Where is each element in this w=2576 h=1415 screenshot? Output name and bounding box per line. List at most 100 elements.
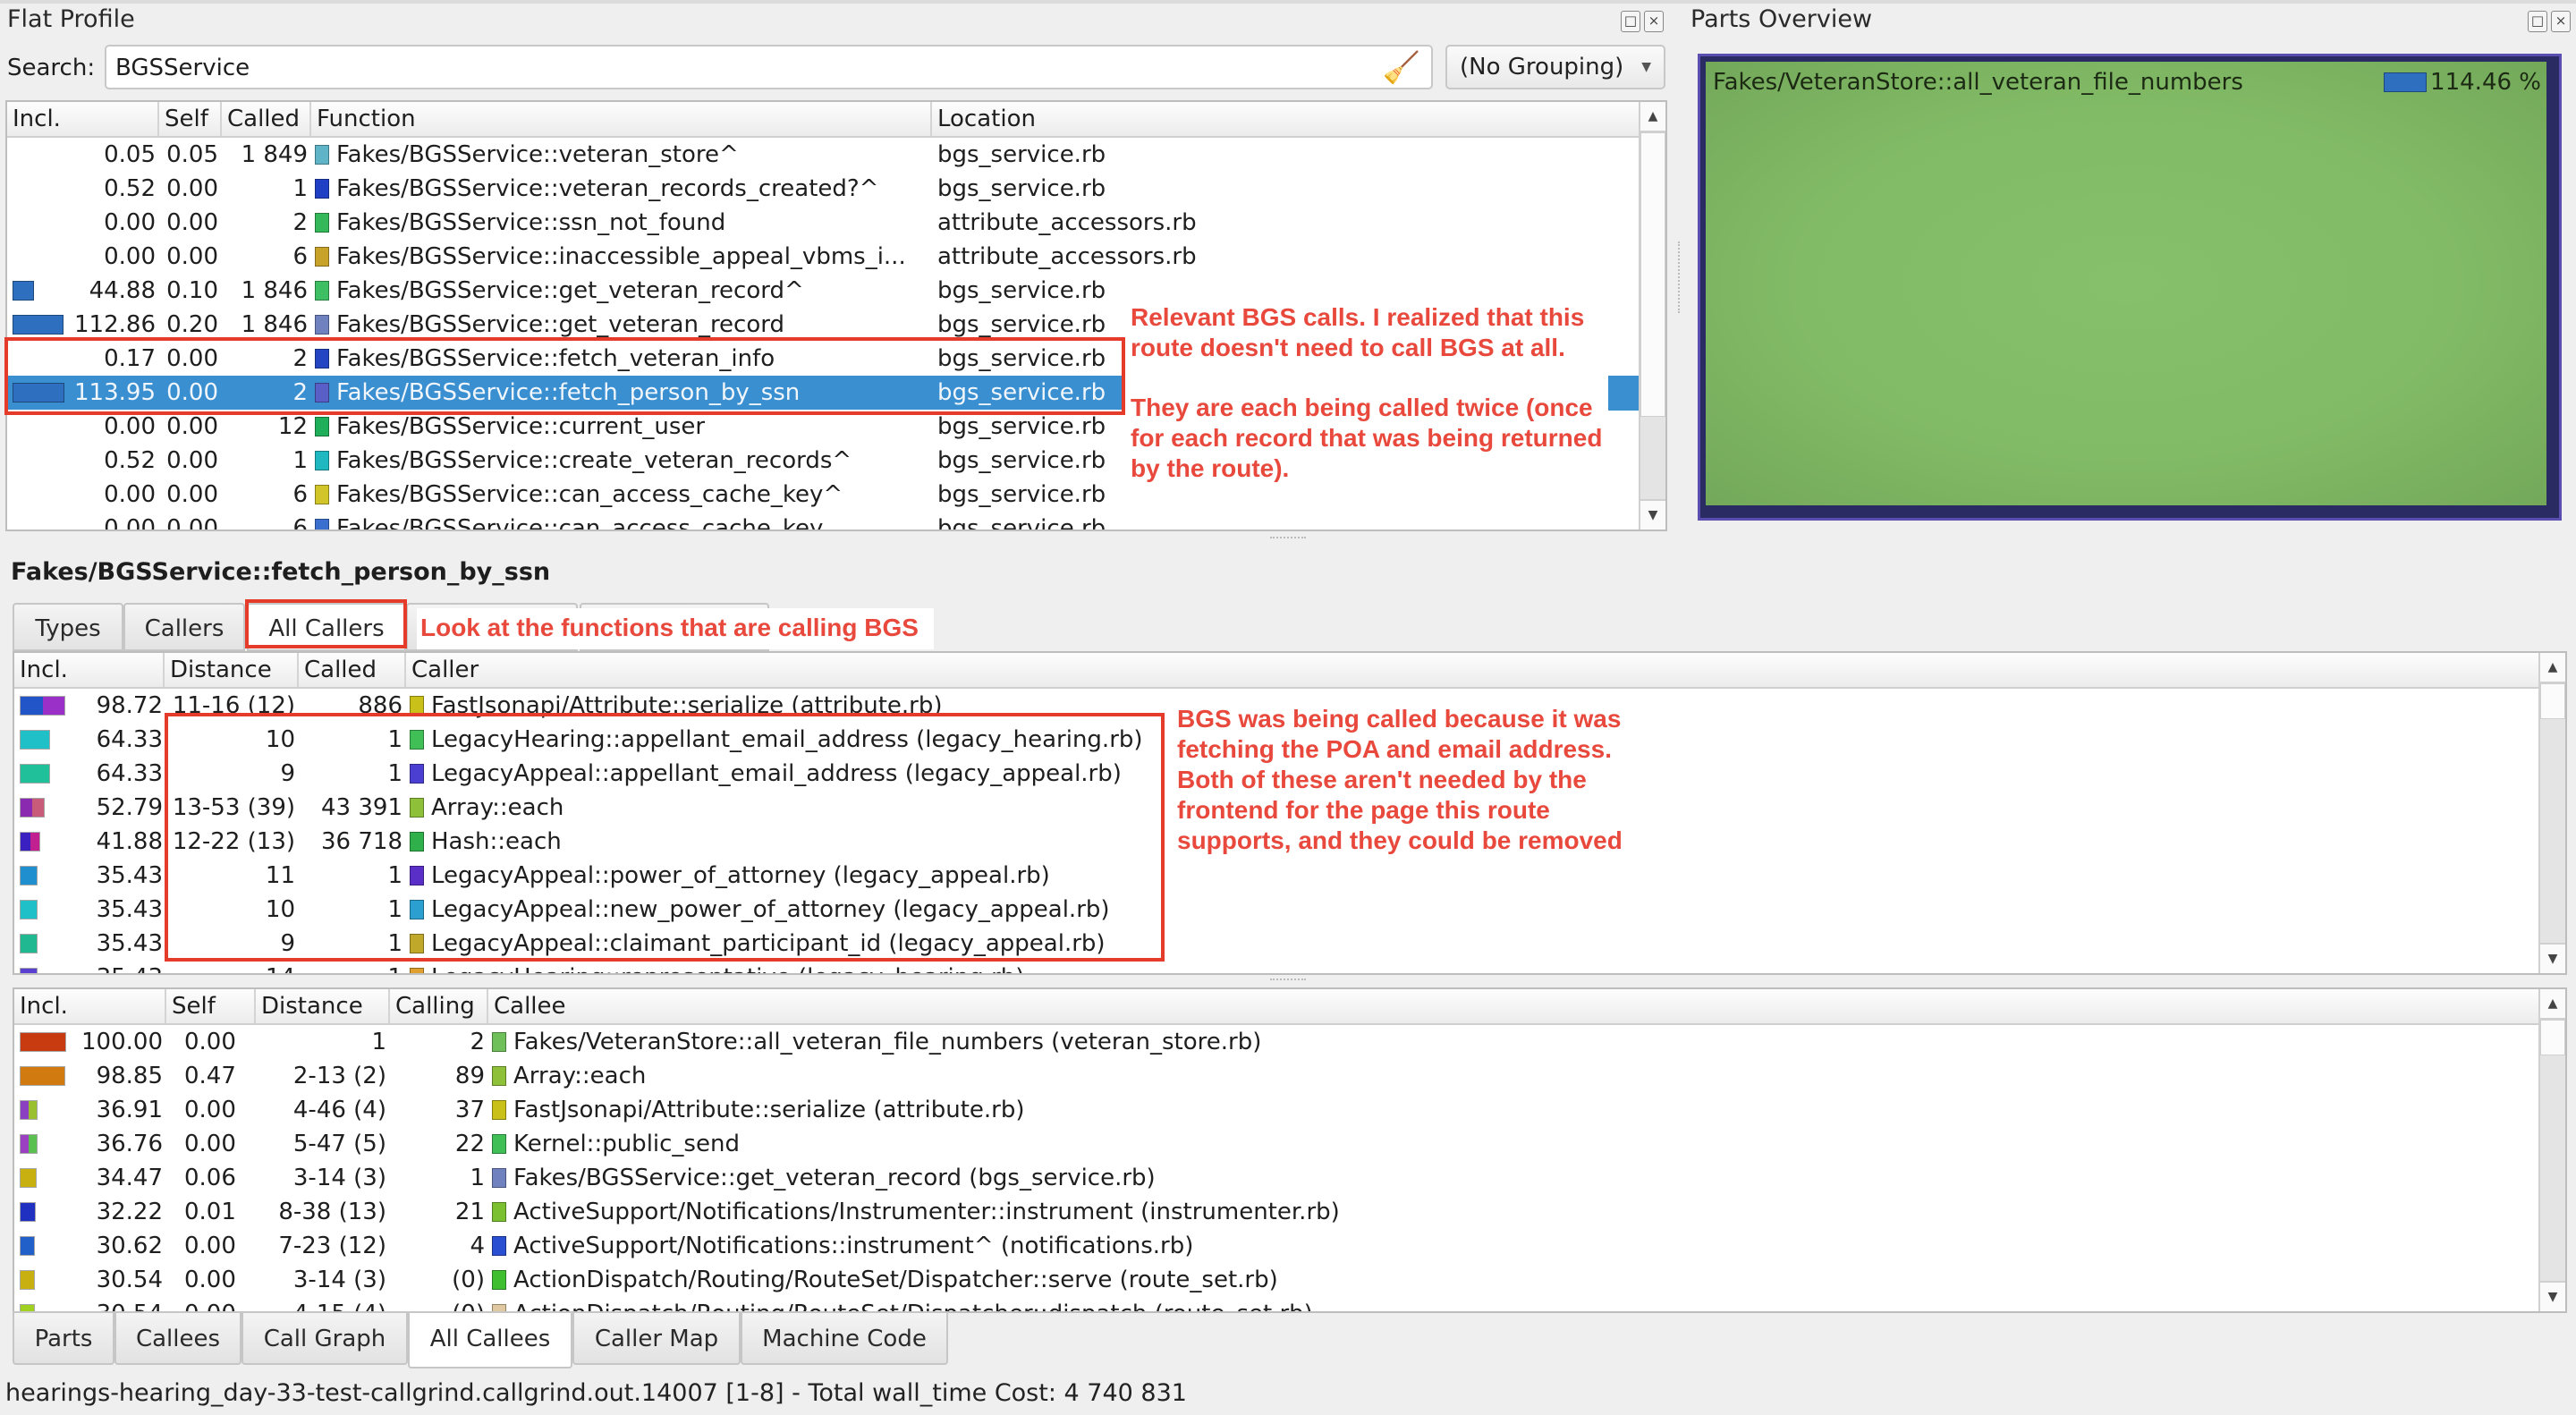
incl-cell: 0.52 bbox=[7, 444, 159, 478]
table-row[interactable]: 0.00 0.00 6 Fakes/BGSService::can_access_ca… bbox=[7, 512, 1640, 531]
cost-bar-icon bbox=[20, 900, 38, 919]
all-callees-scrollbar[interactable]: ▲ ▼ bbox=[2538, 989, 2565, 1311]
incl-value: 36.76 bbox=[96, 1131, 163, 1157]
col-called[interactable]: Called bbox=[222, 102, 311, 136]
col-calling[interactable]: Calling bbox=[390, 989, 488, 1023]
color-swatch-icon bbox=[315, 485, 329, 504]
cost-bar-icon bbox=[20, 832, 40, 852]
col-distance[interactable]: Distance bbox=[256, 989, 390, 1023]
scroll-thumb[interactable] bbox=[1640, 132, 1665, 417]
distance-value: 14 bbox=[165, 961, 299, 973]
table-row[interactable]: 0.00 0.00 6 Fakes/BGSService::inaccessible_… bbox=[7, 240, 1640, 274]
float-icon[interactable]: □ bbox=[1621, 11, 1640, 32]
scroll-up-icon[interactable]: ▲ bbox=[1640, 102, 1665, 132]
callee-name: ActionDispatch/Routing/RouteSet/Dispatch… bbox=[513, 1267, 1278, 1293]
incl-value: 35.43 bbox=[97, 961, 163, 973]
grouping-select[interactable]: (No Grouping) ▼ bbox=[1445, 45, 1665, 89]
function-cell: Fakes/BGSService::inaccessible_appeal_vb… bbox=[311, 240, 932, 274]
tab-parts[interactable]: Parts bbox=[13, 1311, 114, 1365]
col-function[interactable]: Function bbox=[311, 102, 932, 136]
splitter-handle[interactable] bbox=[1678, 241, 1682, 313]
called-value: 6 bbox=[292, 481, 308, 508]
part-block[interactable]: Fakes/VeteranStore::all_veteran_file_num… bbox=[1706, 62, 2546, 505]
self-value: 0.00 bbox=[166, 243, 218, 270]
tab-types[interactable]: Types bbox=[13, 603, 123, 651]
calling-value: 4 bbox=[470, 1233, 485, 1259]
self-value: 0.06 bbox=[184, 1165, 236, 1191]
tab-callees[interactable]: Callees bbox=[114, 1311, 242, 1365]
tab-caller-map[interactable]: Caller Map bbox=[572, 1311, 741, 1365]
color-swatch-icon bbox=[410, 968, 424, 973]
incl-cell: 35.43 bbox=[14, 893, 165, 927]
function-name: Fakes/BGSService::ssn_not_found bbox=[336, 209, 726, 236]
scroll-thumb[interactable] bbox=[2540, 683, 2565, 719]
broom-icon[interactable]: 🧹 bbox=[1383, 50, 1420, 86]
incl-cell: 36.76 bbox=[14, 1127, 166, 1161]
table-row[interactable]: 32.22 0.01 8-38 (13) 21 ActiveSupport/Notifi… bbox=[14, 1195, 2540, 1229]
all-callers-header: Incl. Distance Called Caller bbox=[14, 653, 2540, 689]
table-row[interactable]: 36.76 0.00 5-47 (5) 22 Kernel::public_send bbox=[14, 1127, 2540, 1161]
color-swatch-icon bbox=[492, 1032, 506, 1052]
col-incl[interactable]: Incl. bbox=[14, 989, 166, 1023]
search-input[interactable]: BGSService 🧹 bbox=[105, 45, 1433, 89]
scroll-down-icon[interactable]: ▼ bbox=[2540, 1281, 2565, 1311]
close-icon[interactable]: × bbox=[1644, 11, 1664, 32]
cost-bar-icon bbox=[20, 934, 38, 953]
tab-call-graph[interactable]: Call Graph bbox=[242, 1311, 408, 1365]
col-self[interactable]: Self bbox=[159, 102, 222, 136]
distance-value: 5-47 (5) bbox=[292, 1131, 386, 1157]
scroll-up-icon[interactable]: ▲ bbox=[2540, 653, 2565, 683]
callee-cell: ActiveSupport/Notifications/Instrumenter… bbox=[488, 1195, 2537, 1229]
incl-value: 34.47 bbox=[96, 1165, 163, 1191]
color-swatch-icon bbox=[492, 1066, 506, 1086]
table-row[interactable]: 0.52 0.00 1 Fakes/BGSService::veteran_recor… bbox=[7, 172, 1640, 206]
parts-overview-canvas[interactable]: Fakes/VeteranStore::all_veteran_file_num… bbox=[1698, 54, 2562, 521]
incl-cell: 36.91 bbox=[14, 1093, 166, 1127]
cost-bar-icon bbox=[20, 1066, 65, 1086]
location-value: bgs_service.rb bbox=[937, 175, 1106, 202]
location-value: bgs_service.rb bbox=[937, 141, 1106, 168]
float-icon[interactable]: □ bbox=[2528, 11, 2547, 32]
flat-profile-scrollbar[interactable]: ▲ ▼ bbox=[1639, 102, 1665, 530]
table-row[interactable]: 30.62 0.00 7-23 (12) 4 ActiveSupport/Notific… bbox=[14, 1229, 2540, 1263]
table-row[interactable]: 35.43141 LegacyHearing::representative (l… bbox=[14, 961, 2540, 973]
incl-value: 52.79 bbox=[96, 794, 163, 821]
table-row[interactable]: 34.47 0.06 3-14 (3) 1 Fakes/BGSService::get_… bbox=[14, 1161, 2540, 1195]
callee-name: Fakes/VeteranStore::all_veteran_file_num… bbox=[513, 1029, 1262, 1055]
col-callee[interactable]: Callee bbox=[488, 989, 2540, 1023]
scroll-down-icon[interactable]: ▼ bbox=[2540, 943, 2565, 973]
tab-all-callees[interactable]: All Callees bbox=[408, 1311, 572, 1368]
table-row[interactable]: 0.00 0.00 2 Fakes/BGSService::ssn_not_found… bbox=[7, 206, 1640, 240]
splitter-handle[interactable] bbox=[1270, 537, 1306, 540]
col-called[interactable]: Called bbox=[299, 653, 406, 687]
table-row[interactable]: 100.00 0.00 1 2 Fakes/VeteranStore::all_vete… bbox=[14, 1025, 2540, 1059]
distance-value: 7-23 (12) bbox=[278, 1233, 386, 1259]
incl-value: 0.52 bbox=[104, 175, 156, 202]
col-location[interactable]: Location bbox=[932, 102, 1640, 136]
all-callers-scrollbar[interactable]: ▲ ▼ bbox=[2538, 653, 2565, 973]
calling-value: 22 bbox=[454, 1131, 485, 1157]
table-row[interactable]: 30.54 0.00 3-14 (3) (0) ActionDispatch/Routi… bbox=[14, 1263, 2540, 1297]
part-percent-wrap: 114.46 % bbox=[2384, 69, 2541, 96]
callee-cell: Fakes/BGSService::get_veteran_record (bg… bbox=[488, 1161, 2537, 1195]
splitter-handle[interactable] bbox=[1270, 979, 1306, 982]
scroll-down-icon[interactable]: ▼ bbox=[1640, 499, 1665, 530]
tab-machine-code[interactable]: Machine Code bbox=[741, 1311, 948, 1365]
incl-value: 0.00 bbox=[104, 481, 156, 508]
col-caller[interactable]: Caller bbox=[406, 653, 2540, 687]
tab-callers[interactable]: Callers bbox=[123, 603, 245, 651]
color-swatch-icon bbox=[492, 1270, 506, 1290]
part-percent: 114.46 % bbox=[2430, 69, 2541, 96]
col-incl[interactable]: Incl. bbox=[14, 653, 165, 687]
table-row[interactable]: 36.91 0.00 4-46 (4) 37 FastJsonapi/Attribute… bbox=[14, 1093, 2540, 1127]
callee-cell: Fakes/VeteranStore::all_veteran_file_num… bbox=[488, 1025, 2537, 1059]
scroll-up-icon[interactable]: ▲ bbox=[2540, 989, 2565, 1020]
called-value: 6 bbox=[292, 515, 308, 531]
close-icon[interactable]: × bbox=[2551, 11, 2571, 32]
col-incl[interactable]: Incl. bbox=[7, 102, 159, 136]
col-distance[interactable]: Distance bbox=[165, 653, 299, 687]
table-row[interactable]: 98.85 0.47 2-13 (2) 89 Array::each bbox=[14, 1059, 2540, 1093]
table-row[interactable]: 0.05 0.05 1 849 Fakes/BGSService::veteran_s… bbox=[7, 138, 1640, 172]
col-self[interactable]: Self bbox=[166, 989, 256, 1023]
scroll-thumb[interactable] bbox=[2540, 1020, 2565, 1055]
